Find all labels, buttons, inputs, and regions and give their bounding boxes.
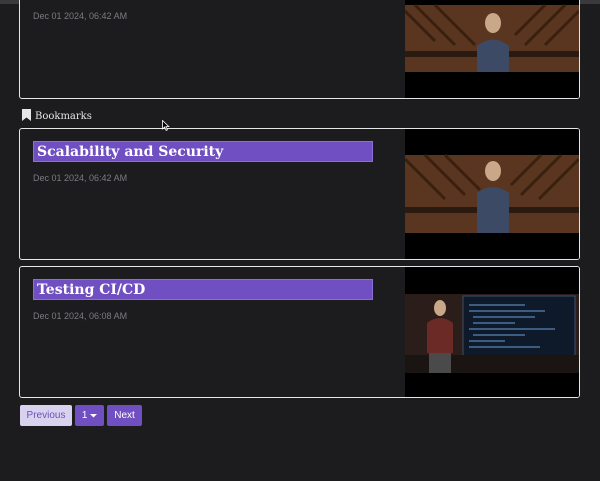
bookmark-icon [22, 109, 31, 124]
pagination: Previous 1 Next [20, 405, 142, 426]
bookmarks-header: Bookmarks [22, 109, 92, 124]
video-card[interactable]: Dec 01 2024, 06:42 AM [19, 0, 580, 99]
bookmark-date: Dec 01 2024, 06:42 AM [33, 173, 128, 183]
bookmark-card[interactable]: Scalability and Security Dec 01 2024, 06… [19, 128, 580, 260]
mouse-cursor-icon [162, 118, 170, 136]
video-date: Dec 01 2024, 06:42 AM [33, 11, 128, 21]
previous-button[interactable]: Previous [20, 405, 72, 426]
page-number: 1 [81, 410, 88, 421]
bookmark-card-info: Testing CI/CD Dec 01 2024, 06:08 AM [20, 267, 405, 397]
bookmark-thumbnail[interactable] [405, 267, 579, 397]
bookmark-thumbnail[interactable] [405, 129, 579, 259]
bookmark-card-info: Scalability and Security Dec 01 2024, 06… [20, 129, 405, 259]
video-card-info: Dec 01 2024, 06:42 AM [20, 0, 405, 98]
bookmark-card[interactable]: Testing CI/CD Dec 01 2024, 06:08 AM [19, 266, 580, 398]
video-thumbnail[interactable] [405, 0, 579, 98]
next-button[interactable]: Next [107, 405, 142, 426]
bookmark-date: Dec 01 2024, 06:08 AM [33, 311, 128, 321]
bookmark-title[interactable]: Testing CI/CD [33, 279, 373, 300]
bookmark-title[interactable]: Scalability and Security [33, 141, 373, 162]
page-select-button[interactable]: 1 [75, 405, 104, 426]
caret-down-icon [90, 410, 98, 421]
bookmarks-label: Bookmarks [35, 111, 92, 122]
